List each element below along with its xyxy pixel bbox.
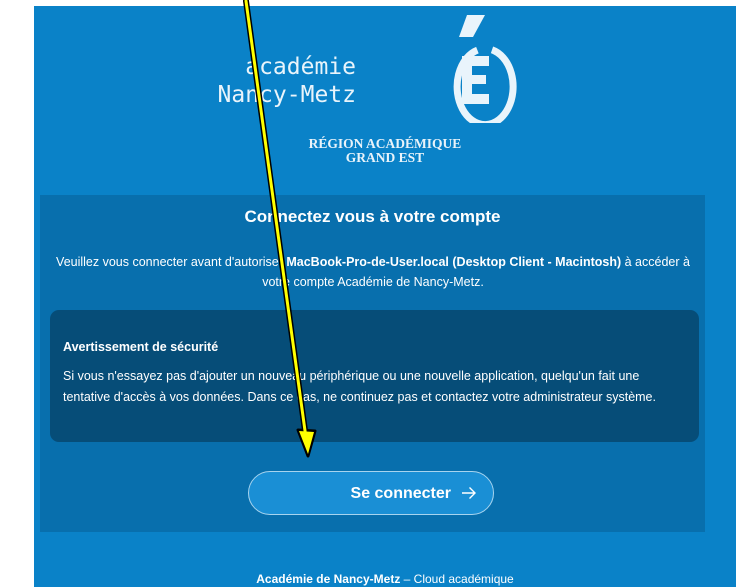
arrow-right-icon	[462, 487, 476, 499]
footer-service-name: Cloud académique	[413, 572, 514, 586]
connect-button[interactable]: Se connecter	[248, 471, 494, 515]
academie-e-logo-icon	[453, 15, 517, 123]
security-warning-title: Avertissement de sécurité	[63, 340, 219, 354]
security-warning-text: Si vous n'essayez pas d'ajouter un nouve…	[63, 369, 656, 404]
logo-line-academie: académie	[245, 54, 356, 80]
logo-line-nancy-metz: Nancy-Metz	[217, 82, 356, 108]
page-footer: Académie de Nancy-Metz – Cloud académiqu…	[34, 572, 736, 586]
login-page: académie Nancy-Metz RÉGION ACADÉMIQUE GR…	[34, 6, 736, 587]
card-title: Connectez vous à votre compte	[244, 207, 501, 226]
security-warning-box: Avertissement de sécurité Si vous n'essa…	[50, 310, 699, 442]
client-name: MacBook-Pro-de-User.local (Desktop Clien…	[286, 255, 622, 269]
login-intro-text: Veuillez vous connecter avant d'autorise…	[48, 252, 698, 292]
region-subtitle: GRAND EST	[345, 150, 425, 165]
connect-button-label: Se connecter	[350, 485, 451, 502]
intro-text-start: Veuillez vous connecter avant d'autorise…	[56, 255, 287, 269]
footer-separator: –	[400, 572, 414, 586]
region-title: RÉGION ACADÉMIQUE	[308, 136, 462, 151]
login-card: Connectez vous à votre compte Veuillez v…	[40, 195, 705, 532]
footer-academie-name: Académie de Nancy-Metz	[256, 572, 401, 586]
